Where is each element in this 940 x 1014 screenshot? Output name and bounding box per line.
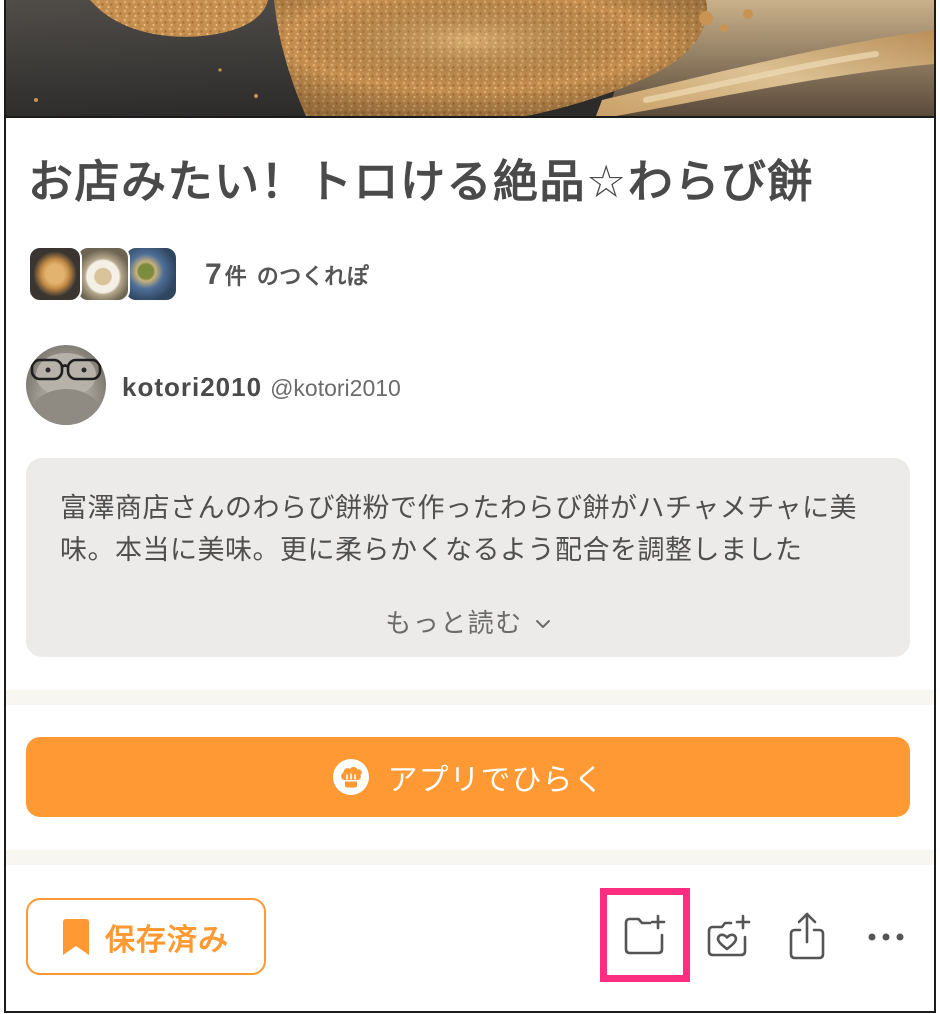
saved-button[interactable]: 保存済み	[26, 898, 266, 975]
author-info: kotori2010 @kotori2010	[122, 367, 401, 407]
cooksnap-thumbnail	[28, 246, 82, 302]
avatar	[26, 345, 106, 425]
cooksnap-count: 7	[205, 258, 222, 291]
section-divider	[6, 690, 934, 705]
cooksnap-label: のつくれぽ	[256, 264, 370, 289]
saved-label: 保存済み	[105, 923, 229, 957]
highlight-box	[600, 888, 690, 982]
add-to-folder-button[interactable]	[623, 914, 667, 956]
chevron-down-icon	[535, 620, 550, 628]
folder-add-icon	[624, 914, 666, 955]
chef-hat-icon	[332, 759, 369, 795]
more-icon	[868, 933, 904, 941]
cooksnap-count-text: 7 件 のつくれぽ	[205, 255, 369, 295]
author-name: kotori2010	[122, 372, 263, 402]
cooksnap-thumbnail	[124, 246, 178, 302]
open-in-app-button[interactable]: アプリでひらく	[26, 737, 910, 817]
camera-heart-icon	[707, 914, 751, 957]
recipe-photo	[6, 0, 934, 118]
author-link[interactable]: kotori2010 @kotori2010	[26, 345, 446, 425]
recipe-title: お店みたい！トロける絶品☆わらび餅	[28, 156, 814, 207]
cooksnaps-link[interactable]: 7 件 のつくれぽ	[28, 246, 388, 302]
more-button[interactable]	[866, 928, 906, 946]
description-text: 富澤商店さんのわらび餅粉で作ったわらび餅がハチャメチャに美味。本当に美味。更に柔…	[60, 493, 857, 565]
cooksnap-thumbnails	[28, 246, 180, 302]
bookmark-icon	[63, 918, 89, 955]
recipe-description: 富澤商店さんのわらび餅粉で作ったわらび餅がハチャメチャに美味。本当に美味。更に柔…	[26, 458, 910, 657]
recipe-page: お店みたい！トロける絶品☆わらび餅 7 件 のつくれぽ kotori2010 @…	[4, 0, 936, 1013]
read-more-label: もっと読む	[385, 607, 523, 638]
section-divider	[6, 850, 934, 865]
share-icon	[789, 912, 825, 960]
open-in-app-label: アプリでひらく	[387, 764, 605, 797]
share-button[interactable]	[787, 910, 827, 960]
cooksnap-unit: 件	[224, 264, 247, 289]
author-handle: @kotori2010	[270, 375, 401, 401]
read-more-button[interactable]: もっと読む	[26, 601, 910, 641]
cooksnap-button[interactable]	[705, 912, 751, 960]
cooksnap-thumbnail	[76, 246, 130, 302]
